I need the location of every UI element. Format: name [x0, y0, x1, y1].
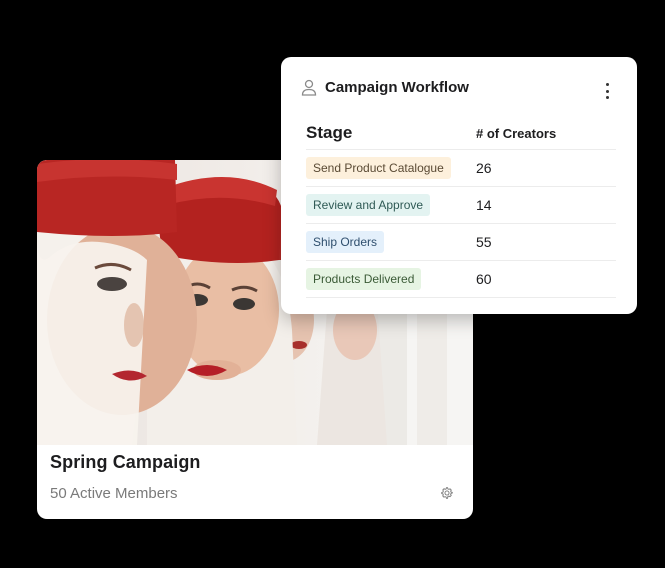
settings-button[interactable]	[438, 484, 456, 502]
table-row[interactable]: Send Product Catalogue 26	[306, 150, 616, 187]
stage-badge: Send Product Catalogue	[306, 157, 451, 179]
user-icon	[301, 79, 317, 96]
workflow-header: Campaign Workflow	[301, 79, 469, 96]
table-row[interactable]: Ship Orders 55	[306, 224, 616, 261]
campaign-title: Spring Campaign	[50, 452, 201, 472]
stage-badge: Ship Orders	[306, 231, 385, 253]
table-row[interactable]: Review and Approve 14	[306, 187, 616, 224]
campaign-workflow-panel: Campaign Workflow Stage # of Creators Se…	[281, 57, 637, 314]
table-header: Stage # of Creators	[306, 117, 616, 150]
table-row[interactable]: Products Delivered 60	[306, 261, 616, 298]
workflow-table: Stage # of Creators Send Product Catalog…	[306, 117, 616, 298]
creator-count: 60	[476, 271, 492, 287]
creator-count: 26	[476, 160, 492, 176]
creator-count: 55	[476, 234, 492, 250]
column-header-stage: Stage	[306, 123, 353, 142]
stage-badge: Review and Approve	[306, 194, 431, 216]
workflow-title: Campaign Workflow	[325, 79, 469, 96]
column-header-creators: # of Creators	[476, 125, 557, 141]
gear-icon	[441, 487, 453, 499]
creator-count: 14	[476, 197, 492, 213]
stage-badge: Products Delivered	[306, 268, 422, 290]
active-members-count: 50 Active Members	[50, 485, 178, 502]
kebab-menu-icon[interactable]	[603, 83, 611, 99]
